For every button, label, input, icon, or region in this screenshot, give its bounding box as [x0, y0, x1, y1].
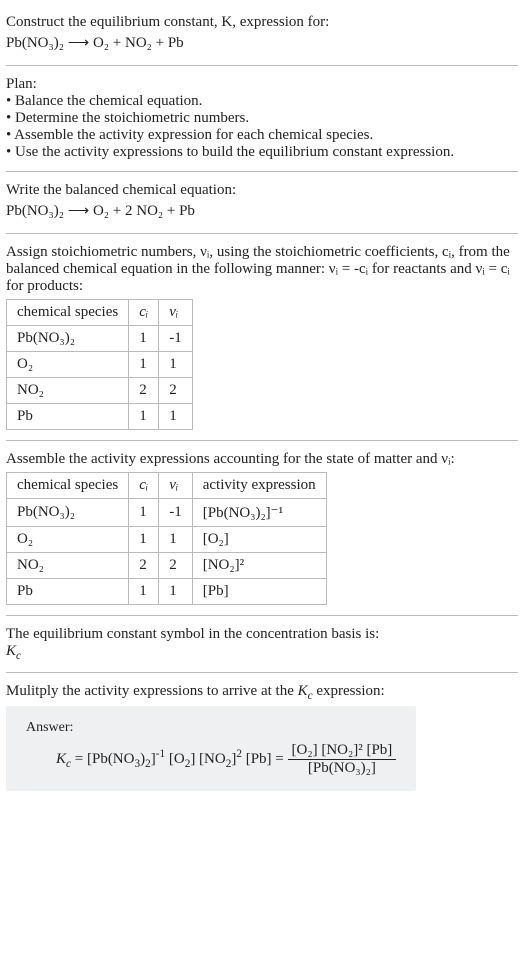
table-header-row: chemical species cᵢ νᵢ [7, 300, 193, 326]
cell-ci: 1 [129, 527, 159, 553]
col-vi: νᵢ [159, 473, 193, 499]
cell-species: Pb [7, 579, 129, 605]
multiply-section: Mulitply the activity expressions to arr… [6, 675, 518, 799]
intro-text: Construct the equilibrium constant, K, e… [6, 14, 329, 30]
table-row: NO₂ 2 2 [7, 378, 193, 404]
symbol-kc: Kc [6, 643, 518, 662]
answer-fraction: [O₂] [NO₂]² [Pb] [Pb(NO₃)₂] [288, 742, 397, 777]
col-vi: νᵢ [159, 300, 193, 326]
plan-bullet: • Use the activity expressions to build … [6, 144, 518, 161]
cell-species: NO₂ [7, 553, 129, 579]
cell-vi: 2 [159, 553, 193, 579]
intro-line1: Construct the equilibrium constant, K, e… [6, 14, 518, 31]
cell-vi: -1 [159, 499, 193, 527]
intro-equation: Pb(NO₃)₂ ⟶ O₂ + NO₂ + Pb [6, 31, 518, 55]
cell-species: Pb(NO₃)₂ [7, 326, 129, 352]
cell-activity: [O₂] [192, 527, 326, 553]
answer-label: Answer: [26, 720, 396, 736]
plan-bullet: • Balance the chemical equation. [6, 93, 518, 110]
intro-section: Construct the equilibrium constant, K, e… [6, 6, 518, 63]
cell-activity: [Pb(NO₃)₂]⁻¹ [192, 499, 326, 527]
col-ci: cᵢ [129, 300, 159, 326]
cell-species: Pb(NO₃)₂ [7, 499, 129, 527]
cell-vi: 1 [159, 352, 193, 378]
cell-activity: [NO₂]² [192, 553, 326, 579]
balanced-title: Write the balanced chemical equation: [6, 182, 518, 199]
divider [6, 65, 518, 66]
cell-ci: 1 [129, 579, 159, 605]
balanced-equation: Pb(NO₃)₂ ⟶ O₂ + 2 NO₂ + Pb [6, 199, 518, 223]
table-row: Pb(NO₃)₂ 1 -1 [7, 326, 193, 352]
cell-species: O₂ [7, 352, 129, 378]
table-row: NO₂ 2 2 [NO₂]² [7, 553, 327, 579]
cell-vi: 1 [159, 404, 193, 430]
plan-section: Plan: • Balance the chemical equation. •… [6, 68, 518, 169]
table-row: O₂ 1 1 [O₂] [7, 527, 327, 553]
answer-expression: Kc = [Pb(NO3)2]-1 [O2] [NO2]2 [Pb] = [O₂… [26, 742, 396, 777]
fraction-denominator: [Pb(NO₃)₂] [288, 760, 397, 777]
divider [6, 672, 518, 673]
cell-vi: 1 [159, 527, 193, 553]
activity-section: Assemble the activity expressions accoun… [6, 443, 518, 613]
table-row: Pb 1 1 [7, 404, 193, 430]
col-species: chemical species [7, 473, 129, 499]
cell-species: NO₂ [7, 378, 129, 404]
plan-bullet: • Assemble the activity expression for e… [6, 127, 518, 144]
cell-ci: 2 [129, 553, 159, 579]
symbol-line1: The equilibrium constant symbol in the c… [6, 626, 518, 643]
answer-box: Answer: Kc = [Pb(NO3)2]-1 [O2] [NO2]2 [P… [6, 706, 416, 791]
cell-ci: 1 [129, 352, 159, 378]
col-activity: activity expression [192, 473, 326, 499]
divider [6, 171, 518, 172]
cell-vi: -1 [159, 326, 193, 352]
cell-ci: 2 [129, 378, 159, 404]
stoich-section: Assign stoichiometric numbers, νᵢ, using… [6, 236, 518, 438]
cell-ci: 1 [129, 404, 159, 430]
stoich-desc: Assign stoichiometric numbers, νᵢ, using… [6, 244, 518, 295]
cell-activity: [Pb] [192, 579, 326, 605]
balanced-section: Write the balanced chemical equation: Pb… [6, 174, 518, 231]
table-header-row: chemical species cᵢ νᵢ activity expressi… [7, 473, 327, 499]
cell-vi: 2 [159, 378, 193, 404]
cell-species: Pb [7, 404, 129, 430]
cell-vi: 1 [159, 579, 193, 605]
col-species: chemical species [7, 300, 129, 326]
activity-desc: Assemble the activity expressions accoun… [6, 451, 518, 468]
table-row: Pb(NO₃)₂ 1 -1 [Pb(NO₃)₂]⁻¹ [7, 499, 327, 527]
plan-title: Plan: [6, 76, 518, 93]
symbol-section: The equilibrium constant symbol in the c… [6, 618, 518, 670]
multiply-title: Mulitply the activity expressions to arr… [6, 683, 518, 702]
cell-ci: 1 [129, 499, 159, 527]
table-row: O₂ 1 1 [7, 352, 193, 378]
table-row: Pb 1 1 [Pb] [7, 579, 327, 605]
divider [6, 233, 518, 234]
col-ci: cᵢ [129, 473, 159, 499]
divider [6, 615, 518, 616]
activity-table: chemical species cᵢ νᵢ activity expressi… [6, 472, 327, 605]
cell-ci: 1 [129, 326, 159, 352]
plan-bullet: • Determine the stoichiometric numbers. [6, 110, 518, 127]
stoich-table: chemical species cᵢ νᵢ Pb(NO₃)₂ 1 -1 O₂ … [6, 299, 193, 430]
divider [6, 440, 518, 441]
cell-species: O₂ [7, 527, 129, 553]
fraction-numerator: [O₂] [NO₂]² [Pb] [288, 742, 397, 760]
